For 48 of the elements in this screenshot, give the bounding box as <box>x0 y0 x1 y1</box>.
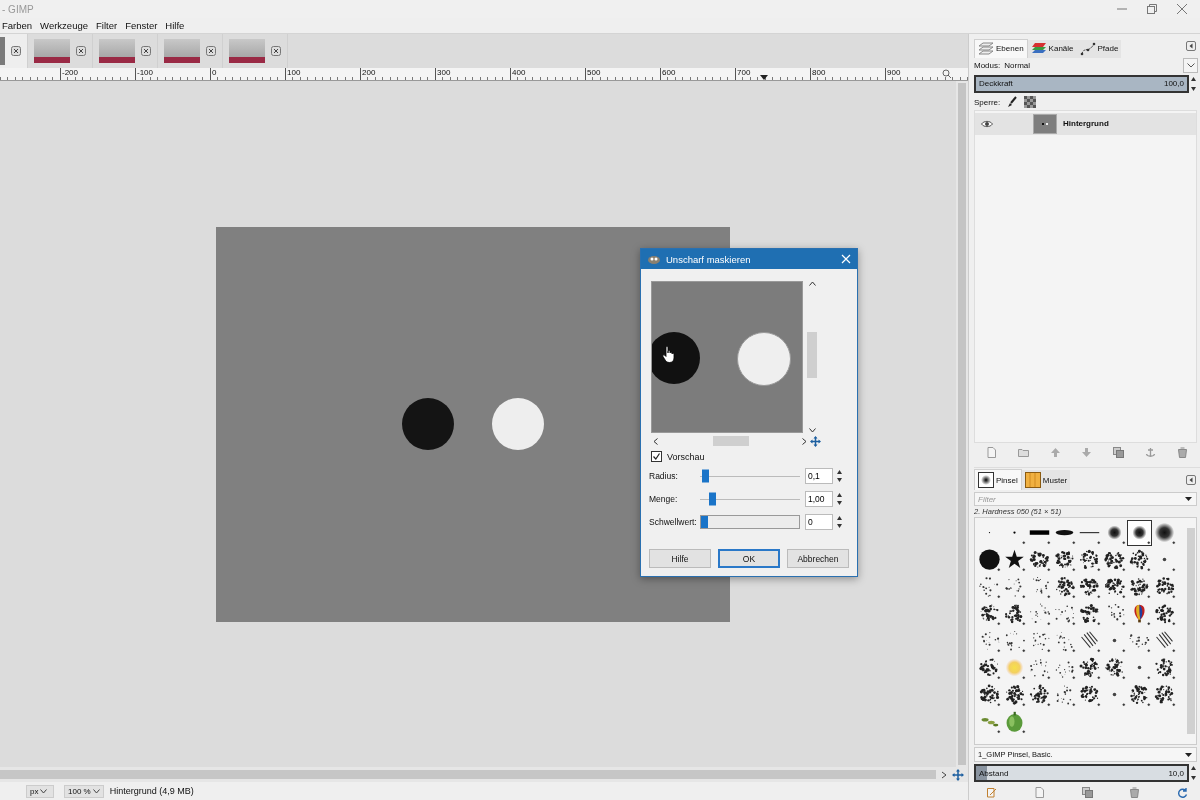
number-field[interactable]: 0 <box>805 514 833 530</box>
ruler-label: 0 <box>210 68 285 80</box>
dialog-button[interactable]: Hilfe <box>649 549 711 568</box>
menu-item[interactable]: Hilfe <box>163 20 191 31</box>
ruler-label: 800 <box>810 68 885 80</box>
menu-item[interactable]: Farben <box>0 20 39 31</box>
menu-item[interactable]: Filter <box>94 20 124 31</box>
panel-tab[interactable]: Pfade <box>1076 39 1122 58</box>
ruler-label: 600 <box>660 68 735 80</box>
unit-dropdown[interactable]: px <box>26 784 54 798</box>
ruler-label: 100 <box>285 68 360 80</box>
opacity-slider[interactable]: Deckkraft 100,0 <box>974 74 1189 93</box>
ruler-label: -100 <box>135 68 210 80</box>
menu-item[interactable]: Fenster <box>123 20 164 31</box>
parameter-label: Menge: <box>649 494 679 504</box>
slider-label: Abstand <box>979 768 1009 778</box>
layer-name: Hintergrund <box>1063 119 1109 129</box>
slider-value: 100,0 <box>1163 79 1184 89</box>
menu-item[interactable]: Werkzeuge <box>38 20 94 31</box>
ruler-label: 400 <box>510 68 585 80</box>
mode-label: Modus: <box>974 60 1001 70</box>
status-text: Hintergrund (4,9 MB) <box>109 786 194 796</box>
dialog-button[interactable]: Abbrechen <box>787 549 849 568</box>
mode-value: Normal <box>1004 60 1030 70</box>
window-title: - GIMP <box>2 3 34 15</box>
number-field[interactable]: 0,1 <box>805 468 833 484</box>
parameter-label: Radius: <box>649 471 679 481</box>
ruler-label: 500 <box>585 68 660 80</box>
dialog-title: Unscharf maskieren <box>666 253 752 265</box>
layer-row[interactable]: Hintergrund <box>975 112 1196 135</box>
panel-tab[interactable]: Ebenen <box>974 38 1028 58</box>
panel-tab[interactable]: Kanäle <box>1027 39 1077 58</box>
parameter-label: Schwellwert: <box>649 517 697 527</box>
ruler-label: -200 <box>60 68 135 80</box>
dialog-button[interactable]: OK <box>718 549 780 568</box>
panel-tab[interactable]: Muster <box>1021 470 1071 491</box>
filter-field[interactable]: Filter <box>974 492 1197 507</box>
number-field[interactable]: 1,00 <box>805 491 833 507</box>
slider-value: 10,0 <box>1168 768 1184 778</box>
spacing-slider[interactable]: Abstand 10,0 <box>974 764 1189 783</box>
checkbox-label[interactable]: Vorschau <box>667 451 705 462</box>
panel-tab[interactable]: Pinsel <box>974 469 1022 491</box>
ruler-label: 900 <box>885 68 960 80</box>
ruler-label: 200 <box>360 68 435 80</box>
zoom-dropdown[interactable]: 100 % <box>64 784 104 798</box>
ruler-label: 300 <box>435 68 510 80</box>
lock-label: Sperre: <box>974 97 1001 107</box>
slider-label: Deckkraft <box>979 79 1013 89</box>
